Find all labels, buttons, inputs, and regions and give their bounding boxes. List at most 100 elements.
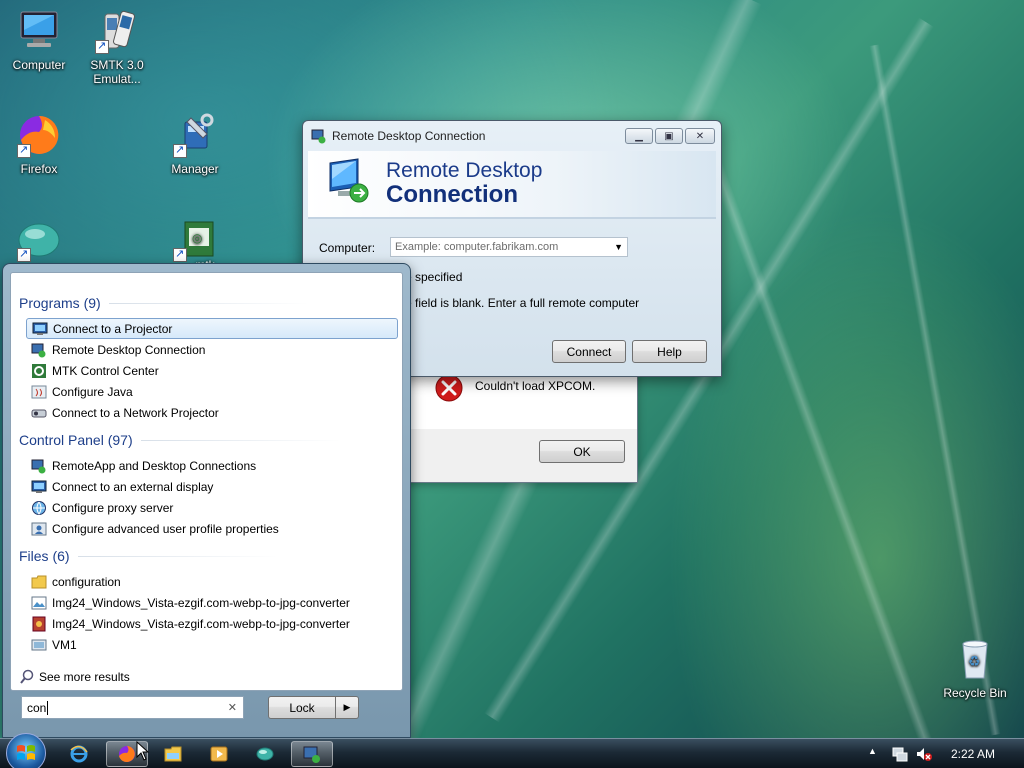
rdc-banner-line1: Remote Desktop — [386, 159, 543, 182]
computer-label: Computer: — [319, 241, 376, 255]
wallpaper-streak — [700, 138, 954, 768]
minimize-button[interactable]: ▁ — [625, 128, 653, 144]
desktop-icon-computer[interactable]: Computer — [0, 8, 78, 72]
see-more-results-link[interactable]: See more results — [19, 669, 130, 685]
user-profile-icon — [31, 521, 47, 537]
projector-icon — [32, 321, 48, 337]
firefox-icon — [15, 112, 63, 158]
remote-desktop-icon — [31, 342, 47, 358]
rdc-titlebar[interactable]: Remote Desktop Connection ▁ ▣ ✕ — [303, 121, 721, 151]
connect-button[interactable]: Connect — [552, 340, 626, 363]
desktop-icon-orb[interactable] — [0, 216, 78, 266]
help-button[interactable]: Help — [632, 340, 707, 363]
desktop-icon-label: Firefox — [20, 162, 58, 176]
taskbar-explorer-button[interactable] — [152, 741, 194, 767]
error-message: Couldn't load XPCOM. — [475, 379, 596, 393]
error-icon — [433, 374, 465, 402]
lock-options-button[interactable]: ▶ — [336, 696, 359, 719]
remoteapp-icon — [31, 458, 47, 474]
computer-icon — [15, 8, 63, 54]
search-icon — [19, 669, 35, 685]
desktop-icon-label: Computer — [12, 58, 66, 72]
rdc-title-icon — [311, 128, 327, 144]
maximize-button[interactable]: ▣ — [655, 128, 683, 144]
chevron-down-icon[interactable]: ▼ — [614, 242, 623, 252]
folder-icon — [164, 746, 182, 762]
recycle-bin-icon: ♻ — [951, 636, 999, 682]
file-item[interactable]: configuration — [26, 571, 398, 592]
image-file-icon — [31, 616, 47, 632]
control-panel-item[interactable]: Configure proxy server — [26, 497, 398, 518]
program-item[interactable]: MTK Control Center — [26, 360, 398, 381]
tray-expand-icon[interactable]: ▲ — [868, 746, 877, 756]
program-item[interactable]: Remote Desktop Connection — [26, 339, 398, 360]
desktop-icon-manager[interactable]: Manager — [156, 112, 234, 176]
taskbar-ie-button[interactable] — [58, 741, 100, 767]
search-input[interactable]: con ✕ — [21, 696, 244, 719]
file-item[interactable]: VM1 — [26, 634, 398, 655]
taskbar-media-button[interactable] — [198, 741, 240, 767]
desktop-icon-label: Recycle Bin — [943, 686, 1007, 700]
network-tray-icon[interactable] — [891, 745, 909, 763]
mtk-control-icon — [31, 363, 47, 379]
control-panel-item[interactable]: RemoteApp and Desktop Connections — [26, 455, 398, 476]
network-projector-icon — [31, 405, 47, 421]
teal-orb-icon — [15, 216, 63, 262]
file-item[interactable]: Img24_Windows_Vista-ezgif.com-webp-to-jp… — [26, 592, 398, 613]
info-line-2: e field is blank. Enter a full remote co… — [405, 296, 640, 310]
firefox-icon — [119, 746, 135, 762]
manager-icon — [171, 112, 219, 158]
lock-button[interactable]: Lock — [268, 696, 336, 719]
taskbar-rdc-button[interactable] — [291, 741, 333, 767]
chevron-right-icon: ▶ — [343, 702, 351, 712]
program-item[interactable]: Connect to a Projector — [26, 318, 398, 339]
shortcut-arrow-icon — [173, 143, 187, 158]
program-item[interactable]: Configure Java — [26, 381, 398, 402]
shortcut-arrow-icon — [95, 39, 109, 54]
close-button[interactable]: ✕ — [685, 128, 715, 144]
rdc-logo-icon — [326, 157, 372, 205]
desktop-icon-smtk[interactable]: SMTK 3.0 Emulat... — [78, 8, 156, 86]
file-item[interactable]: Img24_Windows_Vista-ezgif.com-webp-to-jp… — [26, 613, 398, 634]
mtk-icon: ◎ — [171, 216, 219, 262]
taskbar-orb-app-button[interactable] — [244, 741, 286, 767]
windows-logo-icon — [17, 745, 35, 760]
start-menu: Programs (9) Connect to a Projector Remo… — [2, 263, 411, 738]
rdc-banner-line2: Connection — [386, 181, 518, 208]
files-header: Files (6) — [19, 548, 278, 564]
control-panel-header: Control Panel (97) — [19, 432, 341, 448]
java-config-icon — [31, 384, 47, 400]
lock-split-button: Lock ▶ — [268, 696, 359, 719]
rdc-title: Remote Desktop Connection — [332, 129, 486, 143]
computer-placeholder: Example: computer.fabrikam.com — [395, 241, 559, 253]
taskbar: ▲ 2:22 AM — [0, 733, 1024, 768]
volume-muted-tray-icon[interactable] — [915, 745, 933, 763]
shortcut-arrow-icon — [173, 247, 187, 262]
shortcut-arrow-icon — [17, 143, 31, 158]
clear-search-icon[interactable]: ✕ — [228, 701, 237, 714]
rdc-banner: Remote Desktop Connection — [308, 151, 716, 219]
clock[interactable]: 2:22 AM — [951, 747, 995, 761]
vm-file-icon — [31, 637, 47, 653]
internet-explorer-icon — [70, 745, 88, 763]
program-item[interactable]: Connect to a Network Projector — [26, 402, 398, 423]
proxy-icon — [31, 500, 47, 516]
phone-icon — [93, 8, 141, 54]
control-panel-item[interactable]: Connect to an external display — [26, 476, 398, 497]
desktop-icon-firefox[interactable]: Firefox — [0, 112, 78, 176]
desktop-icon-recycle-bin[interactable]: ♻ Recycle Bin — [936, 636, 1014, 700]
search-input-value: con — [27, 700, 49, 715]
desktop-icon-label: SMTK 3.0 Emulat... — [90, 58, 144, 86]
ok-button[interactable]: OK — [539, 440, 625, 463]
svg-text:◎: ◎ — [192, 231, 202, 245]
remote-desktop-icon — [303, 746, 320, 763]
computer-combobox[interactable]: Example: computer.fabrikam.com ▼ — [390, 237, 628, 257]
svg-text:♻: ♻ — [968, 654, 981, 670]
start-orb-button[interactable] — [6, 733, 46, 768]
media-player-icon — [210, 746, 228, 762]
error-dialog: Couldn't load XPCOM. OK — [404, 372, 638, 483]
search-results-pane: Programs (9) Connect to a Projector Remo… — [10, 272, 403, 691]
control-panel-item[interactable]: Configure advanced user profile properti… — [26, 518, 398, 539]
image-file-icon — [31, 595, 47, 611]
folder-icon — [31, 574, 47, 590]
